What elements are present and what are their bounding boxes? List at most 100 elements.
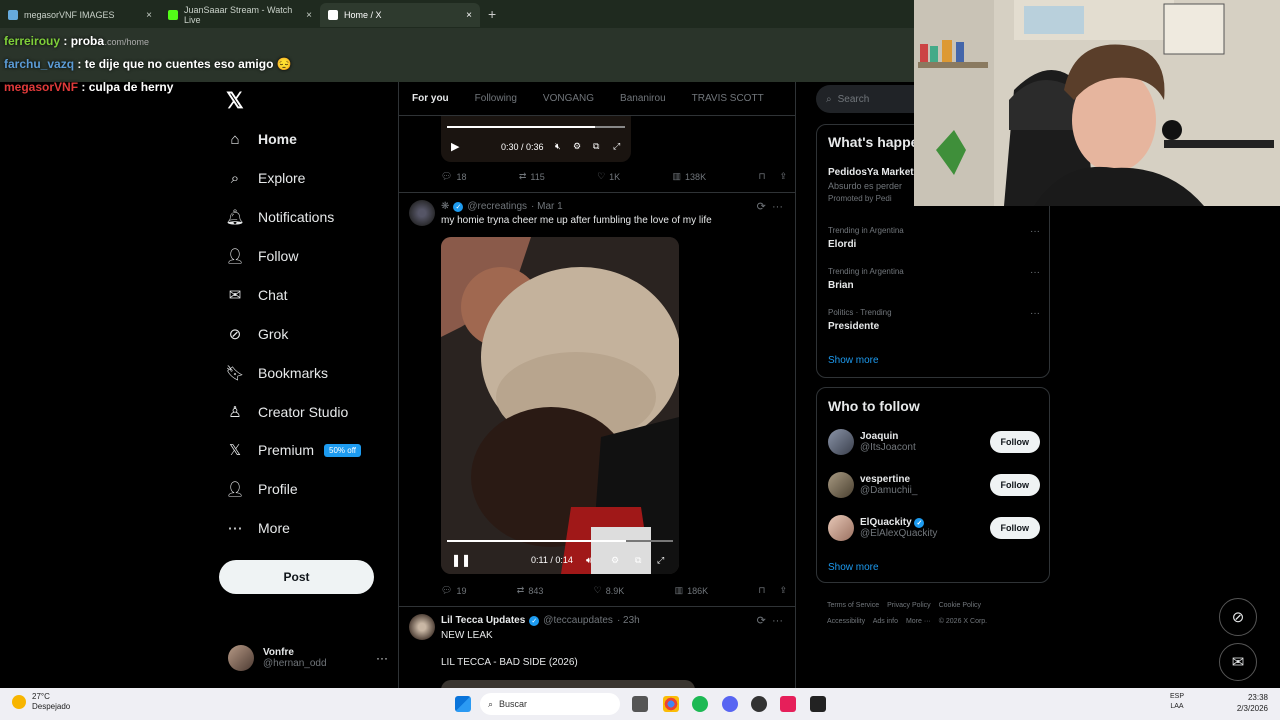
app-icon[interactable] bbox=[810, 696, 826, 712]
weather-widget[interactable]: 27°C Despejado bbox=[12, 692, 70, 712]
tweet-date[interactable]: · 23h bbox=[617, 615, 640, 626]
chrome-icon[interactable] bbox=[663, 696, 679, 712]
like-button[interactable]: ♡ 1K bbox=[597, 171, 620, 182]
pause-icon[interactable]: ❚❚ bbox=[451, 553, 471, 567]
sidebar-item-notifications[interactable]: 🔔︎ Notifications bbox=[225, 208, 334, 226]
settings-icon[interactable]: ⚙ bbox=[573, 141, 581, 152]
repost-button[interactable]: ⇄ 843 bbox=[517, 585, 544, 596]
reply-button[interactable]: 💬︎ 19 bbox=[441, 585, 466, 596]
views-button[interactable]: ▥ 186K bbox=[675, 585, 709, 596]
video-player[interactable]: ❚❚ 0:11 / 0:14 🔊︎ ⚙ ⧉ ⤢ bbox=[441, 237, 679, 574]
follow-button[interactable]: Follow bbox=[989, 517, 1040, 539]
follow-suggestion[interactable]: Joaquin @ItsJoacont Follow bbox=[828, 427, 1040, 457]
spotify-icon[interactable] bbox=[692, 696, 708, 712]
tab-close-icon[interactable]: × bbox=[306, 10, 312, 21]
sidebar-item-explore[interactable]: ⌕ Explore bbox=[226, 169, 306, 187]
tab-close-icon[interactable]: × bbox=[466, 10, 472, 21]
tab-vongang[interactable]: VONGANG bbox=[530, 93, 607, 104]
video-progress-bar[interactable] bbox=[447, 540, 673, 542]
reply-button[interactable]: 💬︎ 18 bbox=[441, 171, 466, 182]
more-icon[interactable]: ··· bbox=[1030, 226, 1040, 237]
trend-item[interactable]: Politics · Trending Presidente ··· bbox=[828, 308, 1040, 332]
sidebar-item-more[interactable]: ⋯ More bbox=[226, 519, 290, 537]
pip-icon[interactable]: ⧉ bbox=[635, 555, 641, 566]
sidebar-item-premium[interactable]: 𝕏 Premium 50% off bbox=[226, 441, 361, 459]
settings-icon[interactable]: ⚙ bbox=[611, 555, 619, 566]
bookmark-button[interactable]: ⊓ bbox=[758, 585, 765, 596]
views-icon: ▥ bbox=[674, 585, 684, 595]
browser-tab[interactable]: JuanSaaar Stream - Watch Live × bbox=[160, 3, 320, 27]
tab-bananirou[interactable]: Bananirou bbox=[607, 93, 679, 104]
avatar[interactable] bbox=[409, 200, 435, 226]
clock[interactable]: 23:38 2/3/2026 bbox=[1237, 692, 1268, 714]
show-more-link[interactable]: Show more bbox=[828, 355, 879, 366]
x-logo-icon[interactable]: 𝕏 bbox=[226, 88, 244, 114]
clock-time: 23:38 bbox=[1247, 693, 1268, 702]
share-button[interactable]: ⇪ bbox=[779, 171, 787, 182]
tab-for-you[interactable]: For you bbox=[399, 93, 462, 104]
video-player[interactable]: ▶ 0:30 / 0:36 🔇︎ ⚙ ⧉ ⤢ bbox=[441, 116, 631, 162]
footer-link[interactable]: Accessibility bbox=[827, 618, 865, 625]
repost-button[interactable]: ⇄ 115 bbox=[519, 171, 545, 182]
trend-item[interactable]: Trending in Argentina Elordi ··· bbox=[828, 226, 1040, 250]
taskbar-search[interactable]: ⌕ Buscar bbox=[480, 693, 620, 715]
sidebar-item-profile[interactable]: 👤︎ Profile bbox=[225, 480, 297, 498]
tweet-date[interactable]: · Mar 1 bbox=[531, 201, 563, 212]
sidebar-item-grok[interactable]: ⊘ Grok bbox=[226, 325, 289, 343]
share-button[interactable]: ⇪ bbox=[779, 585, 787, 596]
footer-link[interactable]: Privacy Policy bbox=[887, 602, 931, 609]
tab-travis-scott[interactable]: TRAVIS SCOTT bbox=[679, 93, 777, 104]
tab-following[interactable]: Following bbox=[462, 93, 530, 104]
browser-tab-active[interactable]: Home / X × bbox=[320, 3, 480, 27]
follow-button[interactable]: Follow bbox=[989, 431, 1040, 453]
start-icon[interactable] bbox=[455, 696, 471, 712]
more-icon[interactable]: ··· bbox=[376, 651, 388, 665]
follow-suggestion[interactable]: ElQuackity ✓ @ElAlexQuackity Follow bbox=[828, 513, 1040, 543]
tweet-handle[interactable]: @recreatings bbox=[467, 201, 527, 212]
sidebar-item-home[interactable]: ⌂ Home bbox=[226, 130, 296, 148]
more-icon[interactable]: ··· bbox=[1030, 267, 1040, 278]
footer-link[interactable]: Terms of Service bbox=[827, 602, 879, 609]
sidebar-item-bookmarks[interactable]: 🔖︎ Bookmarks bbox=[225, 364, 328, 382]
language-indicator[interactable]: ESP LAA bbox=[1170, 692, 1184, 712]
tweet-more-icon[interactable]: ⟳ ··· bbox=[757, 614, 783, 627]
show-more-link[interactable]: Show more bbox=[828, 562, 879, 573]
more-icon[interactable]: ··· bbox=[1030, 308, 1040, 319]
follow-suggestion[interactable]: vespertine @Damuchii_ Follow bbox=[828, 470, 1040, 500]
video-progress-bar[interactable] bbox=[447, 126, 625, 128]
tweet-more-icon[interactable]: ⟳ ··· bbox=[757, 200, 783, 213]
trend-item[interactable]: Trending in Argentina Brian ··· bbox=[828, 267, 1040, 291]
new-tab-button[interactable]: + bbox=[488, 6, 496, 22]
reply-icon: 💬︎ bbox=[441, 171, 453, 181]
tiktok-icon[interactable] bbox=[780, 696, 796, 712]
mute-icon[interactable]: 🔇︎ bbox=[555, 141, 561, 152]
follow-button[interactable]: Follow bbox=[989, 474, 1040, 496]
sidebar-item-follow[interactable]: 👤︎ Follow bbox=[225, 247, 298, 265]
tweet-author-name[interactable]: Lil Tecca Updates bbox=[441, 615, 525, 626]
browser-tab[interactable]: megasorVNF IMAGES × bbox=[0, 3, 160, 27]
post-button[interactable]: Post bbox=[219, 560, 374, 594]
footer-link[interactable]: Ads info bbox=[873, 618, 898, 625]
task-view-icon[interactable] bbox=[632, 696, 648, 712]
account-switcher[interactable]: Vonfre @hernan_odd ··· bbox=[228, 642, 388, 674]
like-button[interactable]: ♡ 8.9K bbox=[594, 585, 625, 596]
tab-close-icon[interactable]: × bbox=[146, 10, 152, 21]
sidebar-item-creator-studio[interactable]: ♙ Creator Studio bbox=[226, 403, 348, 421]
fullscreen-icon[interactable]: ⤢ bbox=[657, 555, 664, 566]
avatar[interactable] bbox=[409, 614, 435, 640]
footer-link[interactable]: Cookie Policy bbox=[939, 602, 981, 609]
play-icon[interactable]: ▶ bbox=[451, 140, 459, 153]
sidebar-item-chat[interactable]: ✉ Chat bbox=[226, 286, 288, 304]
discord-icon[interactable] bbox=[722, 696, 738, 712]
messages-float-button[interactable]: ✉ bbox=[1219, 643, 1257, 681]
pip-icon[interactable]: ⧉ bbox=[593, 141, 599, 152]
media-preview[interactable] bbox=[441, 680, 695, 688]
bookmark-button[interactable]: ⊓ bbox=[758, 171, 765, 182]
tweet-handle[interactable]: @teccaupdates bbox=[543, 615, 613, 626]
footer-link[interactable]: More ··· bbox=[906, 618, 931, 625]
fullscreen-icon[interactable]: ⤢ bbox=[613, 141, 620, 152]
grok-float-button[interactable]: ⊘ bbox=[1219, 598, 1257, 636]
views-button[interactable]: ▥ 138K bbox=[673, 171, 707, 182]
app-icon[interactable] bbox=[751, 696, 767, 712]
volume-icon[interactable]: 🔊︎ bbox=[586, 555, 592, 566]
